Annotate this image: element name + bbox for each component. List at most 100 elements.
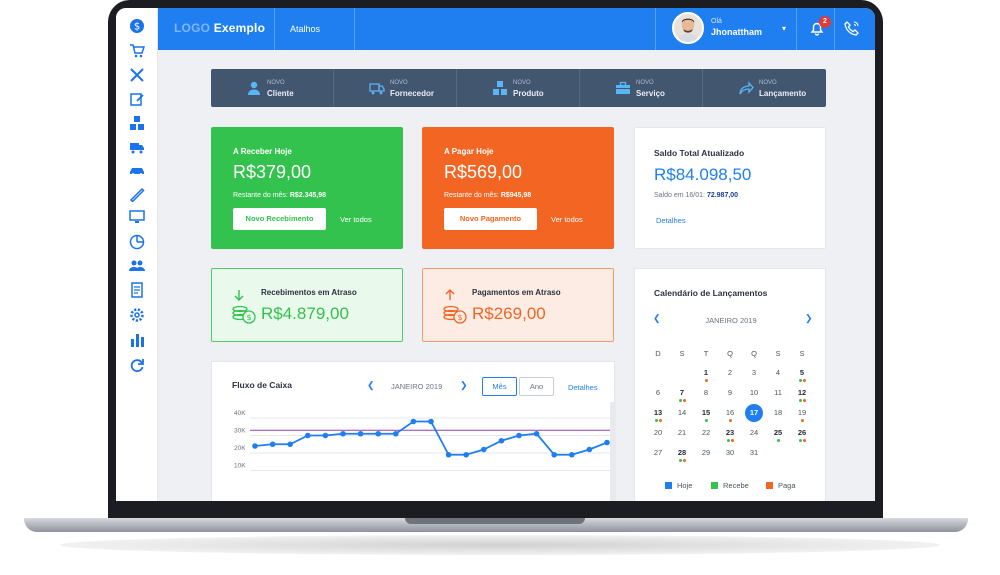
phone-icon[interactable] — [844, 20, 860, 36]
day-markers — [790, 418, 814, 422]
calendar-day[interactable]: 7 — [670, 388, 694, 408]
calendar-day[interactable]: 1 — [694, 368, 718, 388]
calendar-day[interactable]: 27 — [646, 448, 670, 468]
day-markers — [766, 438, 790, 442]
chevron-left-icon[interactable]: ❮ — [367, 380, 375, 391]
tools-icon[interactable] — [129, 67, 145, 83]
gear-icon[interactable] — [129, 307, 145, 323]
quick-action-new-product[interactable]: NOVO Produto — [457, 69, 580, 107]
balance-sub-value: 72.987,00 — [706, 192, 739, 199]
calendar-day[interactable]: 14 — [670, 408, 694, 428]
calendar-day[interactable]: 19 — [790, 408, 814, 428]
data-point — [569, 451, 575, 458]
calendar-day[interactable]: 25 — [766, 428, 790, 448]
bar-chart-icon[interactable] — [129, 332, 145, 348]
chevron-right-icon[interactable]: ❯ — [460, 380, 468, 391]
day-markers — [646, 418, 670, 422]
calendar-day[interactable]: 2 — [718, 368, 742, 388]
day-number: 3 — [751, 368, 757, 377]
day-number: 22 — [701, 428, 711, 437]
calendar-day[interactable]: 8 — [694, 388, 718, 408]
data-point — [533, 430, 540, 437]
calendar-day[interactable]: 9 — [718, 388, 742, 408]
day-number: 16 — [725, 408, 735, 417]
calendar-day[interactable]: 11 — [766, 388, 790, 408]
details-link[interactable]: Detalhes — [568, 383, 598, 392]
tab-month[interactable]: Mês — [482, 377, 517, 396]
pie-chart-icon[interactable] — [129, 234, 145, 250]
calendar-day[interactable]: 28 — [670, 448, 694, 468]
day-number: 20 — [653, 428, 663, 437]
header-divider — [655, 8, 656, 50]
calendar-day[interactable]: 30 — [718, 448, 742, 468]
calendar-day[interactable]: 21 — [670, 428, 694, 448]
calendar-day[interactable]: 6 — [646, 388, 670, 408]
calendar-day[interactable]: 23 — [718, 428, 742, 448]
calendar-day[interactable]: 18 — [766, 408, 790, 428]
calendar-day[interactable]: 3 — [742, 368, 766, 388]
new-receipt-button[interactable]: Novo Recebimento — [233, 208, 326, 230]
users-icon[interactable] — [129, 258, 145, 274]
cart-icon[interactable] — [129, 43, 146, 59]
receive-dot — [678, 459, 682, 462]
calendar-day[interactable]: 26 — [790, 428, 814, 448]
card-amount: R$269,00 — [472, 304, 546, 323]
share-arrow-icon — [738, 80, 754, 96]
day-number: 11 — [774, 388, 782, 397]
calendar-day[interactable]: 15 — [694, 408, 718, 428]
briefcase-icon — [615, 80, 631, 96]
details-link[interactable]: Detalhes — [656, 216, 686, 225]
calendar-day[interactable]: 4 — [766, 368, 790, 388]
late-payments-card[interactable]: $ Pagamentos em Atraso R$269,00 — [422, 268, 614, 342]
panel-title: Fluxo de Caixa — [232, 380, 292, 390]
avatar[interactable] — [672, 12, 704, 44]
balance-amount: R$84.098,50 — [654, 165, 752, 184]
card-amount: R$4.879,00 — [261, 304, 349, 323]
logo[interactable]: LOGO Exemplo — [174, 21, 265, 35]
dollar-icon[interactable]: $ — [129, 18, 145, 34]
refresh-icon[interactable] — [129, 357, 145, 373]
calendar-day[interactable]: 22 — [694, 428, 718, 448]
quick-action-small: NOVO — [513, 80, 531, 86]
tab-year[interactable]: Ano — [519, 377, 554, 396]
chevron-right-icon[interactable]: ❯ — [805, 313, 813, 324]
day-number: 17 — [745, 404, 763, 422]
month-label: JANEIRO 2019 — [391, 382, 443, 391]
pen-icon[interactable] — [129, 186, 145, 203]
calendar-day[interactable]: 29 — [694, 448, 718, 468]
calendar-day[interactable]: 13 — [646, 408, 670, 428]
quick-action-new-service[interactable]: NOVO Serviço — [580, 69, 703, 107]
quick-action-new-supplier[interactable]: NOVO Fornecedor — [334, 69, 457, 107]
month-label: JANEIRO 2019 — [705, 316, 757, 325]
calendar-day[interactable]: 5 — [790, 368, 814, 388]
chevron-down-icon[interactable]: ▾ — [782, 24, 786, 33]
view-all-link[interactable]: Ver todos — [551, 215, 583, 224]
view-all-link[interactable]: Ver todos — [340, 215, 372, 224]
calendar-day[interactable]: 31 — [742, 448, 766, 468]
remaining-label: Restante do mês: — [233, 192, 288, 199]
receivable-today-card: A Receber Hoje R$379,00 Restante do mês:… — [211, 127, 403, 249]
day-number: 5 — [799, 368, 805, 377]
day-number: 8 — [703, 388, 709, 397]
calendar-day[interactable]: 17 — [742, 404, 766, 428]
document-icon[interactable] — [129, 282, 145, 298]
edit-icon[interactable] — [129, 91, 145, 107]
boxes-icon[interactable] — [129, 115, 145, 131]
late-receivables-card[interactable]: $ Recebimentos em Atraso R$4.879,00 — [211, 268, 403, 342]
pay-dot — [704, 379, 708, 382]
car-icon[interactable] — [129, 162, 145, 178]
balance-card: Saldo Total Atualizado R$84.098,50 Saldo… — [634, 127, 826, 249]
logo-prefix: LOGO — [174, 21, 211, 35]
card-title: A Pagar Hoje — [444, 147, 494, 156]
calendar-day[interactable]: 12 — [790, 388, 814, 408]
quick-action-new-entry[interactable]: NOVO Lançamento — [703, 69, 826, 107]
calendar-day[interactable]: 16 — [718, 408, 742, 428]
shortcuts-menu[interactable]: Atalhos — [290, 24, 320, 34]
user-name[interactable]: Jhonattham — [711, 27, 762, 37]
calendar-day[interactable]: 20 — [646, 428, 670, 448]
new-payment-button[interactable]: Novo Pagamento — [444, 208, 537, 230]
calendar-day[interactable]: 24 — [742, 428, 766, 448]
quick-action-new-client[interactable]: NOVO Cliente — [211, 69, 334, 107]
truck-icon[interactable] — [129, 139, 145, 155]
monitor-icon[interactable] — [129, 209, 145, 225]
